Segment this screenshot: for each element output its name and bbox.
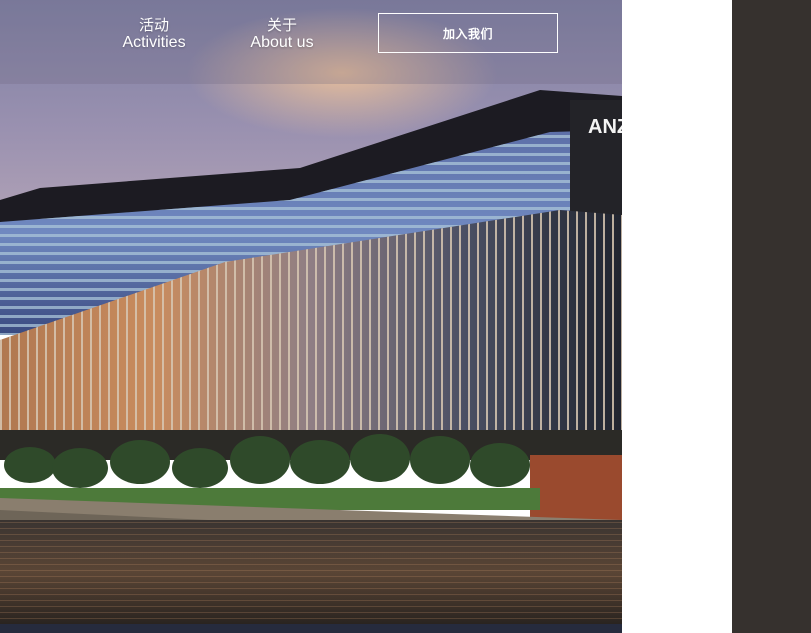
building-photo: ANZ (0, 0, 622, 624)
nav-item-label-zh: 关于 (266, 16, 297, 34)
nav-item-label-zh: 活动 (138, 16, 169, 34)
join-us-button[interactable]: 加入我们 (378, 13, 558, 53)
nav-item-activities[interactable]: 活动 Activities (116, 16, 192, 52)
hero-image: ANZ (0, 0, 622, 633)
bottom-strip (0, 624, 622, 633)
right-side-panel (732, 0, 811, 633)
nav-item-label-en: Activities (122, 34, 186, 51)
nav-item-about[interactable]: 关于 About us (244, 16, 320, 52)
nav-item-label-en: About us (250, 34, 314, 51)
top-navigation-bar: 活动 Activities 关于 About us 加入我们 (0, 0, 622, 84)
sign-text: ANZ (588, 116, 622, 138)
blank-area (622, 0, 732, 633)
page: ANZ (0, 0, 811, 633)
